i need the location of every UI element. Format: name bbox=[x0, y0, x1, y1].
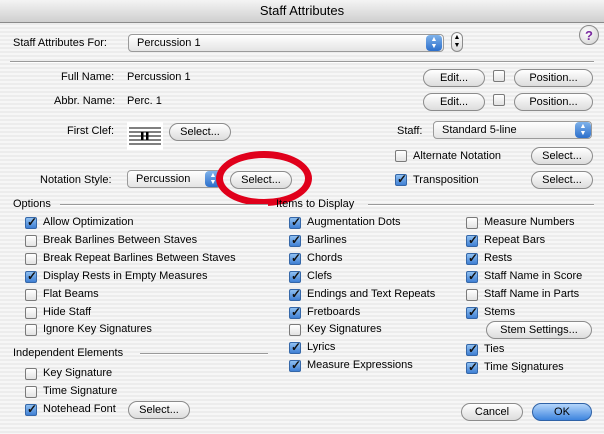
lyrics-label: Lyrics bbox=[307, 341, 336, 353]
notehead-font-checkbox[interactable] bbox=[25, 402, 37, 416]
endings-text-repeats-checkbox[interactable] bbox=[289, 287, 301, 301]
barlines-label: Barlines bbox=[307, 234, 347, 246]
abbr-name-edit-button[interactable]: Edit... bbox=[423, 93, 485, 111]
staff-type-select[interactable]: Standard 5-line bbox=[433, 121, 592, 139]
abbr-name-value: Perc. 1 bbox=[127, 95, 162, 107]
help-icon: ? bbox=[585, 28, 593, 43]
time-signatures-label: Time Signatures bbox=[484, 361, 564, 373]
repeat-bars-label: Repeat Bars bbox=[484, 234, 546, 246]
ties-checkbox[interactable] bbox=[466, 342, 478, 356]
percussion-clef-icon bbox=[127, 122, 163, 150]
key-signature-label: Key Signature bbox=[43, 367, 113, 379]
staff-label: Staff: bbox=[397, 125, 423, 137]
flat-beams-checkbox[interactable] bbox=[25, 289, 37, 301]
stem-settings-button[interactable]: Stem Settings... bbox=[486, 321, 592, 339]
staff-attributes-for-label: Staff Attributes For: bbox=[13, 37, 107, 49]
augmentation-dots-label: Augmentation Dots bbox=[307, 216, 401, 228]
measure-expressions-label: Measure Expressions bbox=[307, 359, 413, 371]
notation-style-value: Percussion bbox=[136, 173, 191, 185]
abbr-name-position-button[interactable]: Position... bbox=[514, 93, 593, 111]
key-signatures-label: Key Signatures bbox=[307, 323, 382, 335]
transposition-select-button[interactable]: Select... bbox=[531, 171, 593, 189]
measure-numbers-checkbox[interactable] bbox=[466, 217, 478, 229]
full-name-position-button[interactable]: Position... bbox=[514, 69, 593, 87]
items-to-display-separator bbox=[368, 204, 594, 206]
hide-staff-checkbox[interactable] bbox=[25, 307, 37, 319]
first-clef-label: First Clef: bbox=[67, 125, 115, 137]
lyrics-checkbox[interactable] bbox=[289, 340, 301, 354]
ok-button[interactable]: OK bbox=[532, 403, 592, 421]
abbr-name-label: Abbr. Name: bbox=[54, 95, 116, 107]
break-repeat-barlines-checkbox[interactable] bbox=[25, 253, 37, 265]
hide-staff-label: Hide Staff bbox=[43, 306, 92, 318]
full-name-position-checkbox[interactable] bbox=[493, 70, 505, 82]
staff-stepper[interactable]: ▲ ▼ bbox=[451, 32, 463, 52]
measure-numbers-label: Measure Numbers bbox=[484, 216, 575, 228]
display-rests-label: Display Rests in Empty Measures bbox=[43, 270, 208, 282]
items-to-display-heading: Items to Display bbox=[276, 198, 355, 210]
window-title: Staff Attributes bbox=[259, 3, 345, 18]
staff-type-value: Standard 5-line bbox=[442, 124, 517, 136]
alternate-notation-label: Alternate Notation bbox=[413, 150, 502, 162]
rests-checkbox[interactable] bbox=[466, 251, 478, 265]
break-barlines-label: Break Barlines Between Staves bbox=[43, 234, 198, 246]
ties-label: Ties bbox=[484, 343, 505, 355]
transposition-checkbox[interactable] bbox=[395, 172, 407, 186]
staff-select-value: Percussion 1 bbox=[137, 37, 201, 49]
notehead-font-select-button[interactable]: Select... bbox=[128, 401, 190, 419]
key-signature-checkbox[interactable] bbox=[25, 368, 37, 380]
stems-checkbox[interactable] bbox=[466, 305, 478, 319]
allow-optimization-checkbox[interactable] bbox=[25, 215, 37, 229]
window-title-bar: Staff Attributes bbox=[0, 0, 604, 23]
display-rests-checkbox[interactable] bbox=[25, 269, 37, 283]
options-separator bbox=[60, 204, 268, 206]
chords-checkbox[interactable] bbox=[289, 251, 301, 265]
time-signature-checkbox[interactable] bbox=[25, 386, 37, 398]
fretboards-checkbox[interactable] bbox=[289, 305, 301, 319]
options-heading: Options bbox=[13, 198, 51, 210]
staff-name-in-score-checkbox[interactable] bbox=[466, 269, 478, 283]
time-signatures-checkbox[interactable] bbox=[466, 360, 478, 374]
flat-beams-label: Flat Beams bbox=[43, 288, 99, 300]
first-clef-select-button[interactable]: Select... bbox=[169, 123, 231, 141]
key-signatures-checkbox[interactable] bbox=[289, 324, 301, 336]
clefs-label: Clefs bbox=[307, 270, 333, 282]
break-barlines-checkbox[interactable] bbox=[25, 235, 37, 247]
augmentation-dots-checkbox[interactable] bbox=[289, 215, 301, 229]
full-name-value: Percussion 1 bbox=[127, 71, 191, 83]
staff-type-arrows-icon: ▲ ▼ bbox=[575, 122, 591, 138]
ignore-key-signatures-label: Ignore Key Signatures bbox=[43, 323, 152, 335]
cancel-button[interactable]: Cancel bbox=[461, 403, 523, 421]
transposition-label: Transposition bbox=[413, 174, 479, 186]
measure-expressions-checkbox[interactable] bbox=[289, 358, 301, 372]
staff-select[interactable]: Percussion 1 bbox=[128, 34, 444, 52]
break-repeat-barlines-label: Break Repeat Barlines Between Staves bbox=[43, 252, 236, 264]
allow-optimization-label: Allow Optimization bbox=[43, 216, 134, 228]
barlines-checkbox[interactable] bbox=[289, 233, 301, 247]
abbr-name-position-checkbox[interactable] bbox=[493, 94, 505, 106]
independent-elements-heading: Independent Elements bbox=[13, 347, 124, 359]
full-name-edit-button[interactable]: Edit... bbox=[423, 69, 485, 87]
ignore-key-signatures-checkbox[interactable] bbox=[25, 324, 37, 336]
help-button[interactable]: ? bbox=[579, 25, 599, 45]
notehead-font-label: Notehead Font bbox=[43, 403, 116, 415]
alternate-notation-checkbox[interactable] bbox=[395, 150, 407, 162]
staff-name-in-parts-label: Staff Name in Parts bbox=[484, 288, 580, 300]
staff-name-in-parts-checkbox[interactable] bbox=[466, 289, 478, 301]
full-name-label: Full Name: bbox=[61, 71, 115, 83]
chords-label: Chords bbox=[307, 252, 343, 264]
stems-label: Stems bbox=[484, 306, 516, 318]
endings-text-repeats-label: Endings and Text Repeats bbox=[307, 288, 436, 300]
repeat-bars-checkbox[interactable] bbox=[466, 233, 478, 247]
staff-name-in-score-label: Staff Name in Score bbox=[484, 270, 583, 282]
fretboards-label: Fretboards bbox=[307, 306, 361, 318]
independent-elements-separator bbox=[140, 353, 268, 355]
clefs-checkbox[interactable] bbox=[289, 269, 301, 283]
notation-style-label: Notation Style: bbox=[40, 174, 112, 186]
rests-label: Rests bbox=[484, 252, 513, 264]
staff-select-arrows-icon: ▲ ▼ bbox=[426, 35, 442, 51]
alternate-notation-select-button[interactable]: Select... bbox=[531, 147, 593, 165]
header-separator bbox=[10, 61, 594, 63]
time-signature-label: Time Signature bbox=[43, 385, 118, 397]
